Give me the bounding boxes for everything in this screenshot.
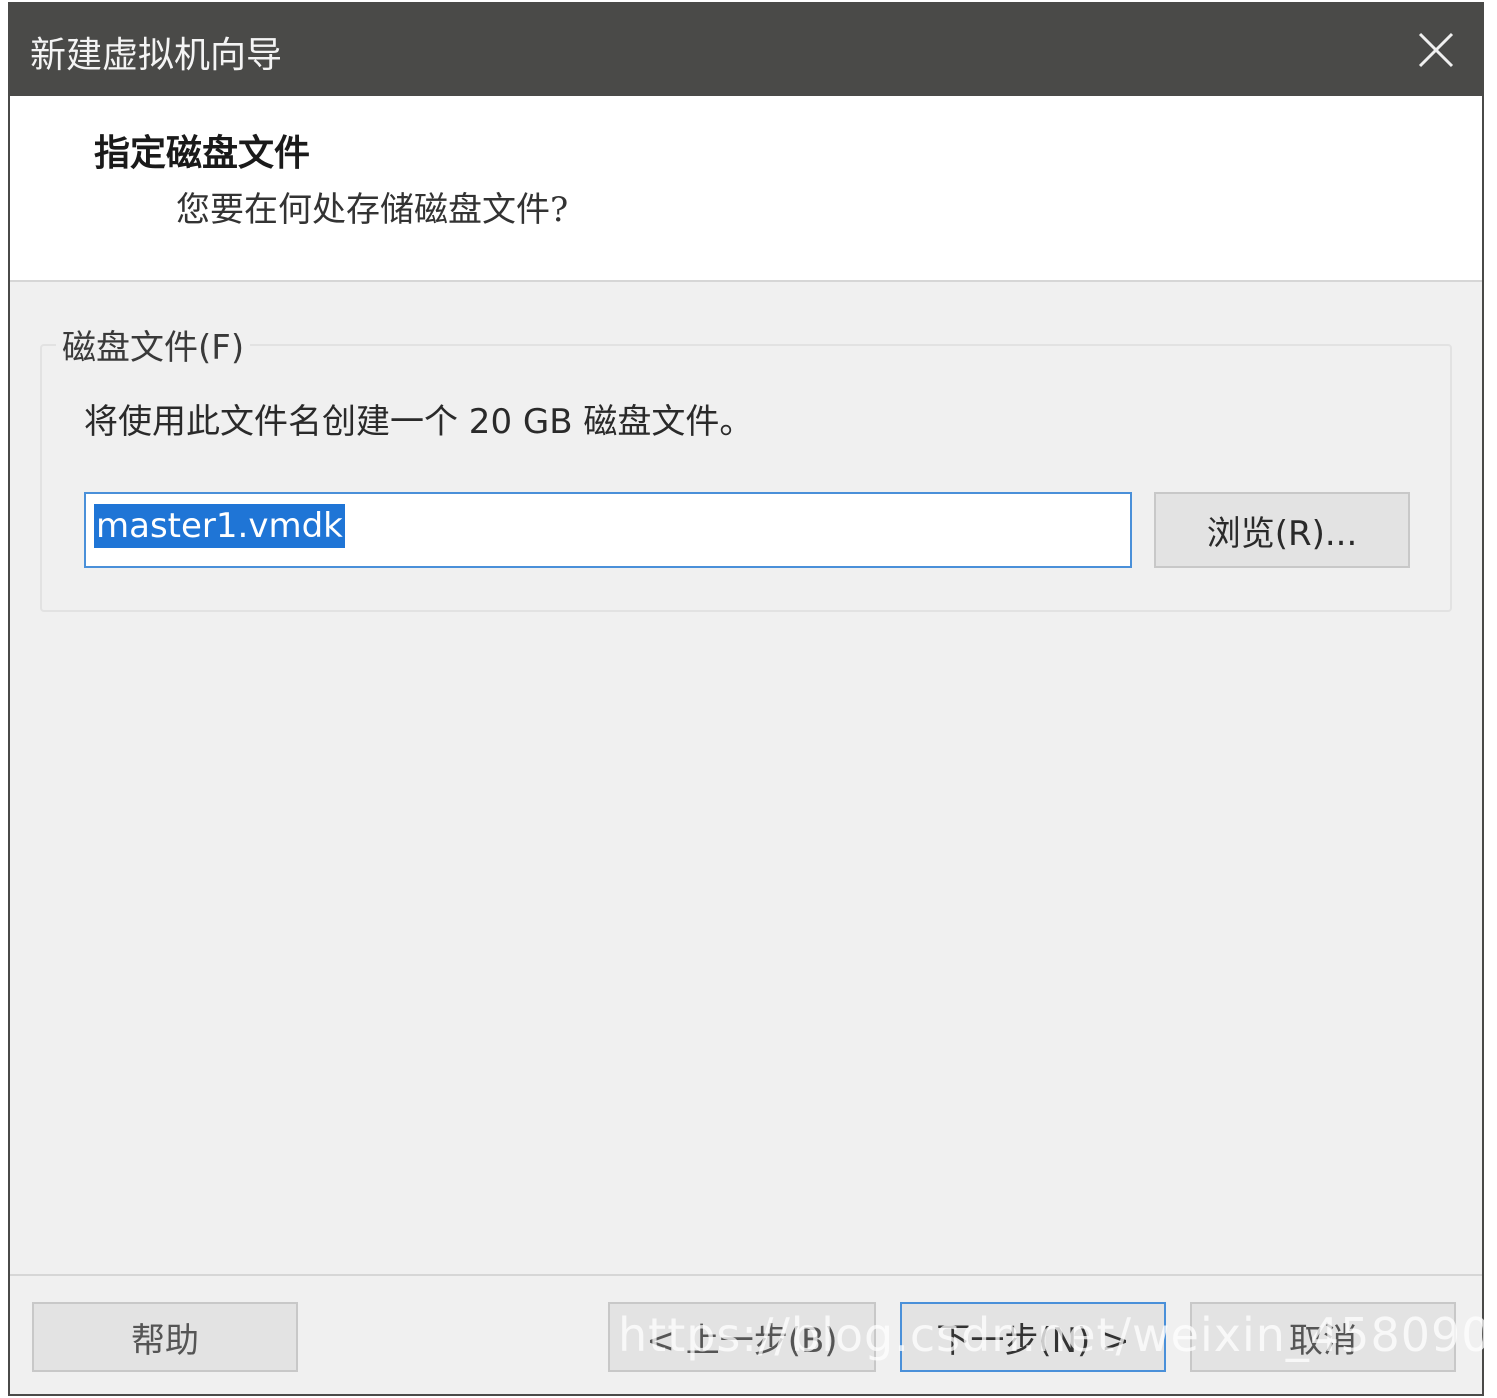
close-button[interactable] xyxy=(1408,22,1464,78)
title-bar: 新建虚拟机向导 xyxy=(10,4,1482,96)
back-button[interactable]: < 上一步(B) xyxy=(608,1302,876,1372)
page-subtitle: 您要在何处存储磁盘文件? xyxy=(176,190,569,230)
disk-filename-value: master1.vmdk xyxy=(94,504,345,548)
disk-file-description: 将使用此文件名创建一个 20 GB 磁盘文件。 xyxy=(84,402,754,442)
wizard-header: 指定磁盘文件 您要在何处存储磁盘文件? xyxy=(10,96,1482,282)
new-vm-wizard-dialog: 新建虚拟机向导 指定磁盘文件 您要在何处存储磁盘文件? 磁盘文件(F) 将使用此… xyxy=(8,2,1497,1396)
disk-filename-input[interactable]: master1.vmdk xyxy=(84,492,1132,568)
cancel-button[interactable]: 取消 xyxy=(1190,1302,1456,1372)
close-icon xyxy=(1418,32,1454,68)
window-title: 新建虚拟机向导 xyxy=(30,35,283,76)
next-button[interactable]: 下一步(N) > xyxy=(900,1302,1166,1372)
page-title: 指定磁盘文件 xyxy=(94,132,311,174)
footer-divider xyxy=(10,1274,1482,1276)
disk-file-group: 磁盘文件(F) 将使用此文件名创建一个 20 GB 磁盘文件。 master1.… xyxy=(40,320,1452,612)
browse-button[interactable]: 浏览(R)... xyxy=(1154,492,1410,568)
help-button[interactable]: 帮助 xyxy=(32,1302,298,1372)
disk-file-group-legend: 磁盘文件(F) xyxy=(56,320,251,369)
